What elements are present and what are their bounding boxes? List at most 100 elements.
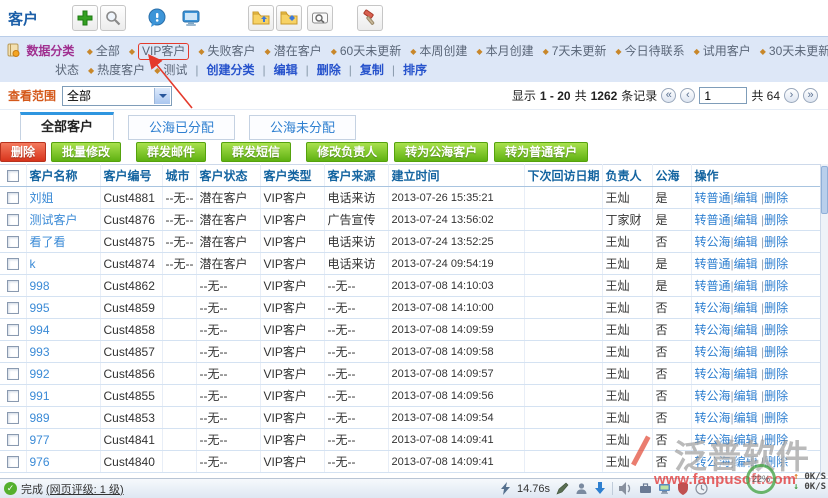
op-delete-link[interactable]: 删除 [764, 213, 788, 227]
customer-name-link[interactable]: k [30, 257, 36, 271]
customer-name-link[interactable]: 994 [30, 323, 50, 337]
op-delete-link[interactable]: 删除 [764, 433, 788, 447]
tray-shield-icon[interactable] [677, 482, 689, 495]
scrollbar-thumb[interactable] [821, 166, 828, 214]
page-number-input[interactable] [699, 87, 747, 104]
op-transfer-link[interactable]: 转公海 [695, 455, 731, 469]
op-edit-link[interactable]: 编辑 [734, 433, 758, 447]
op-transfer-link[interactable]: 转普通 [695, 279, 731, 293]
tab[interactable]: 全部客户 [20, 112, 114, 140]
export-button[interactable] [248, 5, 274, 31]
action-button[interactable]: 删除 [0, 142, 46, 162]
category-link[interactable]: 30天未更新 [769, 44, 828, 58]
user-icon[interactable] [575, 482, 588, 495]
op-edit-link[interactable]: 编辑 [734, 213, 758, 227]
select-all-checkbox[interactable] [7, 170, 19, 182]
op-delete-link[interactable]: 删除 [764, 367, 788, 381]
category-link-highlighted[interactable]: VIP客户 [138, 43, 189, 60]
row-checkbox[interactable] [7, 368, 19, 380]
op-transfer-link[interactable]: 转公海 [695, 235, 731, 249]
category-link[interactable]: 状态 [55, 63, 79, 77]
op-delete-link[interactable]: 删除 [764, 455, 788, 469]
row-checkbox[interactable] [7, 236, 19, 248]
customer-name-link[interactable]: 刘姐 [30, 191, 54, 205]
category-link[interactable]: 本月创建 [486, 44, 534, 58]
op-delete-link[interactable]: 删除 [764, 191, 788, 205]
op-delete-link[interactable]: 删除 [764, 301, 788, 315]
tray-briefcase-icon[interactable] [639, 482, 652, 495]
scrollbar-track[interactable] [820, 164, 828, 476]
category-link[interactable]: 全部 [96, 44, 120, 58]
op-edit-link[interactable]: 编辑 [734, 191, 758, 205]
op-delete-link[interactable]: 删除 [764, 345, 788, 359]
op-edit-link[interactable]: 编辑 [734, 279, 758, 293]
action-button[interactable]: 群发邮件 [136, 142, 206, 162]
op-transfer-link[interactable]: 转普通 [695, 213, 731, 227]
op-delete-link[interactable]: 删除 [764, 411, 788, 425]
customer-name-link[interactable]: 992 [30, 367, 50, 381]
prev-page-button[interactable]: ‹ [680, 88, 695, 103]
next-page-button[interactable]: › [784, 88, 799, 103]
category-link[interactable]: 今日待联系 [625, 44, 685, 58]
category-action-link[interactable]: 创建分类 [206, 63, 254, 77]
row-checkbox[interactable] [7, 258, 19, 270]
op-edit-link[interactable]: 编辑 [734, 301, 758, 315]
category-link[interactable]: 失败客户 [208, 44, 256, 58]
op-edit-link[interactable]: 编辑 [734, 323, 758, 337]
op-edit-link[interactable]: 编辑 [734, 367, 758, 381]
search-button[interactable] [100, 5, 126, 31]
op-edit-link[interactable]: 编辑 [734, 257, 758, 271]
op-transfer-link[interactable]: 转公海 [695, 323, 731, 337]
op-transfer-link[interactable]: 转普通 [695, 257, 731, 271]
scope-select[interactable]: 全部 [62, 86, 172, 106]
category-action-link[interactable]: 删除 [317, 63, 341, 77]
op-transfer-link[interactable]: 转公海 [695, 345, 731, 359]
customer-name-link[interactable]: 993 [30, 345, 50, 359]
action-button[interactable]: 转为公海客户 [394, 142, 488, 162]
row-checkbox[interactable] [7, 302, 19, 314]
op-edit-link[interactable]: 编辑 [734, 389, 758, 403]
row-checkbox[interactable] [7, 214, 19, 226]
action-button[interactable]: 群发短信 [221, 142, 291, 162]
tray-monitor-icon[interactable] [658, 482, 671, 495]
customer-name-link[interactable]: 991 [30, 389, 50, 403]
advanced-search-button[interactable] [307, 5, 333, 31]
category-action-link[interactable]: 排序 [403, 63, 427, 77]
category-link[interactable]: 试用客户 [703, 44, 751, 58]
last-page-button[interactable]: » [803, 88, 818, 103]
customer-name-link[interactable]: 976 [30, 455, 50, 469]
customer-name-link[interactable]: 998 [30, 279, 50, 293]
customer-name-link[interactable]: 995 [30, 301, 50, 315]
op-edit-link[interactable]: 编辑 [734, 345, 758, 359]
category-link[interactable]: 7天未更新 [552, 44, 607, 58]
customer-name-link[interactable]: 977 [30, 433, 50, 447]
row-checkbox[interactable] [7, 192, 19, 204]
first-page-button[interactable]: « [661, 88, 676, 103]
op-delete-link[interactable]: 删除 [764, 389, 788, 403]
customer-name-link[interactable]: 看了看 [30, 235, 66, 249]
remote-button[interactable] [178, 5, 204, 31]
download-icon[interactable] [594, 482, 606, 495]
category-action-link[interactable]: 编辑 [274, 63, 298, 77]
add-button[interactable] [72, 5, 98, 31]
action-button[interactable]: 转为普通客户 [494, 142, 588, 162]
category-action-link[interactable]: 复制 [360, 63, 384, 77]
tray-clock-icon[interactable] [695, 482, 708, 495]
tab[interactable]: 公海未分配 [249, 115, 356, 140]
op-transfer-link[interactable]: 转公海 [695, 411, 731, 425]
category-link[interactable]: 潜在客户 [274, 44, 322, 58]
op-transfer-link[interactable]: 转公海 [695, 389, 731, 403]
action-button[interactable]: 批量修改 [51, 142, 121, 162]
customer-name-link[interactable]: 测试客户 [30, 213, 78, 227]
row-checkbox[interactable] [7, 280, 19, 292]
row-checkbox[interactable] [7, 390, 19, 402]
action-button[interactable]: 修改负责人 [306, 142, 388, 162]
message-button[interactable] [144, 5, 170, 31]
customer-name-link[interactable]: 989 [30, 411, 50, 425]
op-delete-link[interactable]: 删除 [764, 279, 788, 293]
op-edit-link[interactable]: 编辑 [734, 235, 758, 249]
op-transfer-link[interactable]: 转公海 [695, 433, 731, 447]
op-delete-link[interactable]: 删除 [764, 235, 788, 249]
tools-button[interactable] [357, 5, 383, 31]
category-link[interactable]: 60天未更新 [340, 44, 401, 58]
